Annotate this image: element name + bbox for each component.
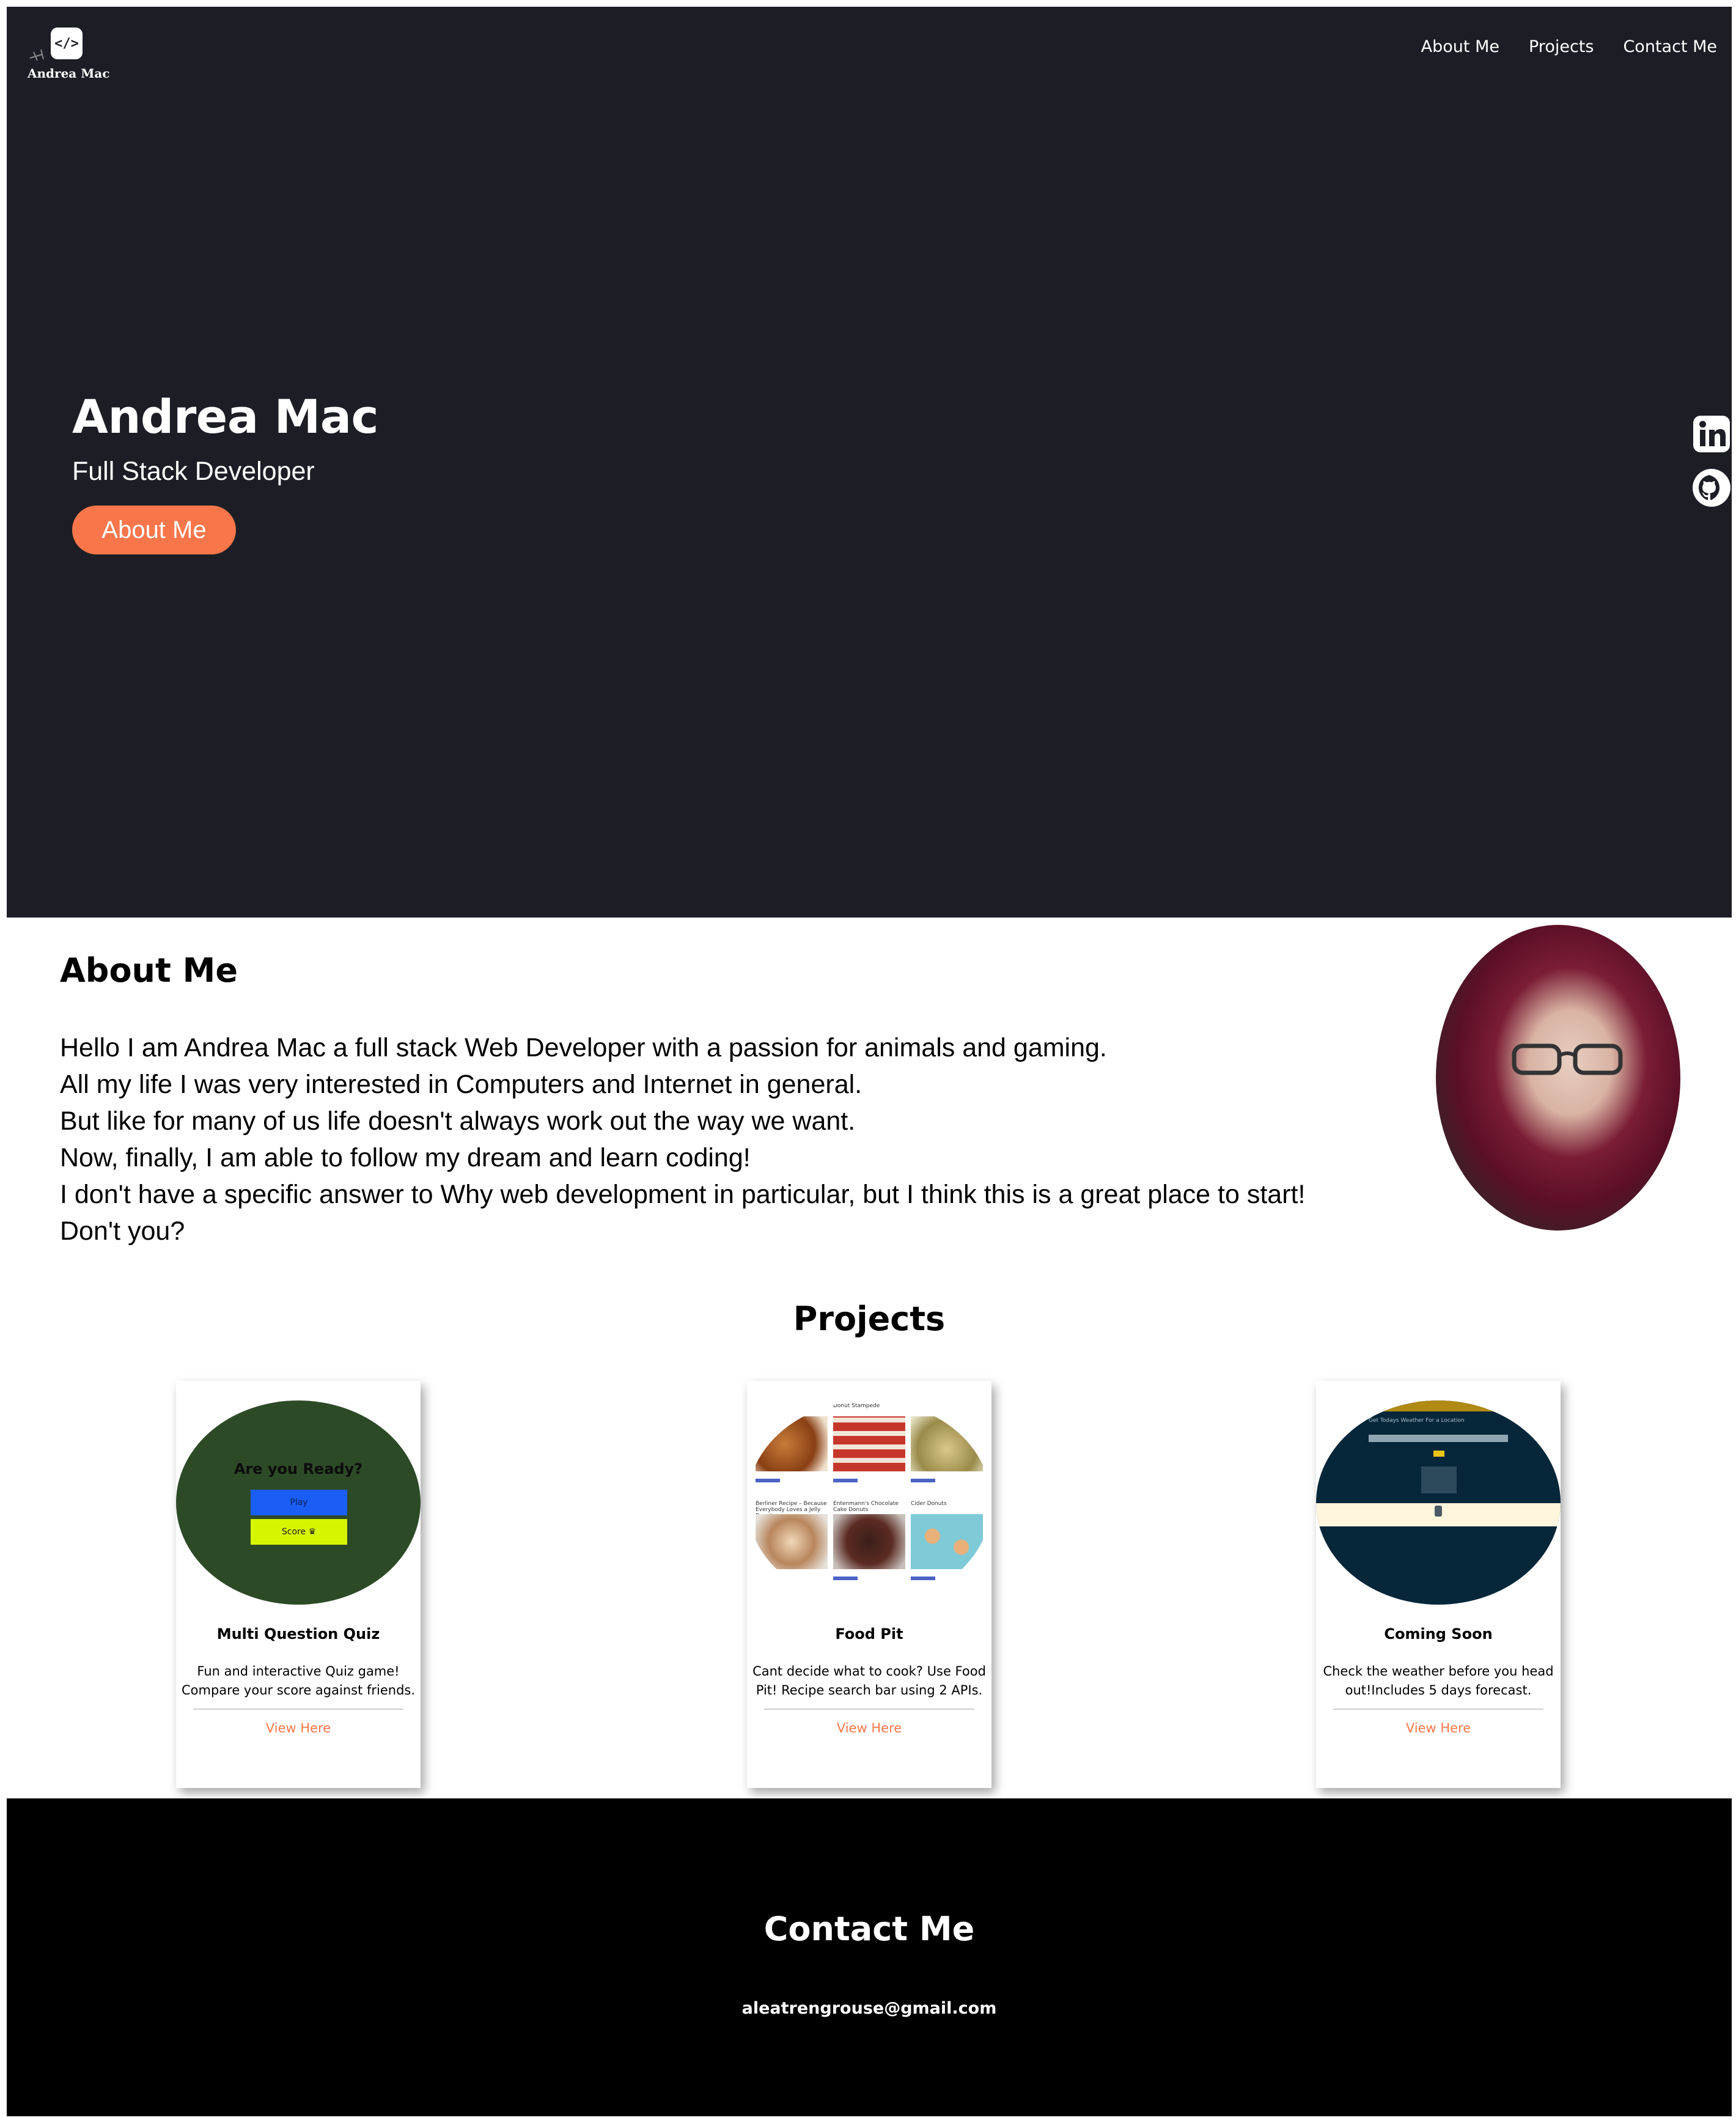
divider: [193, 1709, 403, 1710]
linkedin-icon[interactable]: [1691, 414, 1732, 454]
project-title: Food Pit: [835, 1625, 903, 1643]
weather-result-box: [1421, 1466, 1457, 1493]
about-line: All my life I was very interested in Com…: [60, 1070, 862, 1099]
contact-section: Contact Me aleatrengrouse@gmail.com: [7, 1798, 1732, 2116]
recipe-tile: Entenmann's Chocolate Cake Donuts: [833, 1498, 905, 1596]
recipe-button: [756, 1479, 780, 1482]
projects-title: Projects: [793, 1300, 946, 1338]
recipe-caption: Cider Donuts: [911, 1501, 947, 1507]
main-nav: About Me Projects Contact Me: [1421, 37, 1717, 56]
weather-heading: Get Todays Weather For a Location: [1369, 1418, 1465, 1424]
nav-projects[interactable]: Projects: [1529, 37, 1594, 56]
view-here-link[interactable]: View Here: [1316, 1721, 1561, 1735]
contact-title: Contact Me: [763, 1910, 975, 1948]
project-card-weather: Get Todays Weather For a Location Coming…: [1316, 1381, 1561, 1788]
recipe-button: [833, 1479, 858, 1482]
project-title: Multi Question Quiz: [216, 1625, 380, 1643]
project-description: Fun and interactive Quiz game! Compare y…: [176, 1662, 421, 1700]
weather-search-button: [1433, 1451, 1444, 1457]
project-description: Cant decide what to cook? Use Food Pit! …: [747, 1662, 991, 1700]
recipe-tile: Berliner Recipe – Because Everybody Love…: [756, 1498, 828, 1596]
recipe-image: [756, 1416, 828, 1471]
recipe-caption: Donut Stampede: [833, 1403, 880, 1409]
about-line: I don't have a specific answer to Why we…: [60, 1180, 1306, 1209]
quiz-thumbnail: Are you Ready? Play Score ♛: [176, 1400, 421, 1605]
recipe-tile: Cider Donuts: [911, 1498, 983, 1596]
recipe-button: [833, 1577, 858, 1580]
recipe-image: [756, 1514, 828, 1569]
social-links: [1691, 414, 1732, 508]
desc-line: out!Includes 5 days forecast.: [1345, 1683, 1532, 1698]
recipe-button: [911, 1577, 935, 1580]
logo-name[interactable]: Andrea Mac: [28, 66, 113, 81]
about-line: Don't you?: [60, 1216, 185, 1246]
hero-section: </> Andrea Mac About Me Projects Contact…: [7, 7, 1732, 918]
quiz-score-label: Score ♛: [251, 1519, 347, 1545]
recipe-caption: Entenmann's Chocolate Cake Donuts: [833, 1501, 899, 1513]
about-me-button[interactable]: About Me: [72, 506, 236, 554]
desc-line: Compare your score against friends.: [181, 1683, 416, 1698]
nav-about-me[interactable]: About Me: [1421, 37, 1499, 56]
recipe-button: [911, 1479, 935, 1482]
glasses-detail: [1512, 1043, 1623, 1075]
recipe-image: [911, 1514, 983, 1569]
view-here-link[interactable]: View Here: [747, 1721, 991, 1735]
about-text: Hello I am Andrea Mac a full stack Web D…: [60, 1029, 1374, 1249]
contact-email-link[interactable]: aleatrengrouse@gmail.com: [7, 1999, 1732, 2018]
logo-code-icon[interactable]: </>: [51, 28, 83, 59]
nav-contact-me[interactable]: Contact Me: [1623, 37, 1717, 56]
recipe-tile: Cider Pudding's Sauce: [911, 1400, 983, 1498]
project-card-food-pit: ...Caramel Doughnuts Donut Stampede Cide…: [747, 1381, 991, 1788]
recipe-tile: ...Caramel Doughnuts: [756, 1400, 828, 1498]
weather-day-icon: [1435, 1506, 1442, 1517]
weather-search-input: [1369, 1435, 1508, 1442]
project-description: Check the weather before you head out!In…: [1316, 1662, 1561, 1700]
project-card-quiz: Are you Ready? Play Score ♛ Multi Questi…: [176, 1381, 421, 1788]
desc-line: Fun and interactive Quiz game!: [197, 1664, 400, 1679]
hero-title: Andrea Mac: [72, 389, 379, 444]
desc-line: Pit! Recipe search bar using 2 APIs.: [756, 1683, 983, 1698]
about-line: But like for many of us life doesn't alw…: [60, 1106, 856, 1136]
view-here-link[interactable]: View Here: [176, 1721, 421, 1735]
recipe-image: [833, 1416, 905, 1471]
logo-spark-icon: [29, 49, 44, 61]
project-title: Coming Soon: [1384, 1625, 1493, 1643]
recipe-image: [833, 1514, 905, 1569]
weather-thumbnail: Get Todays Weather For a Location: [1316, 1400, 1561, 1605]
hero-subtitle: Full Stack Developer: [72, 457, 315, 486]
recipe-caption: Cider Pudding's Sauce: [911, 1403, 973, 1409]
about-line: Now, finally, I am able to follow my dre…: [60, 1143, 751, 1172]
recipe-caption: Berliner Recipe – Because Everybody Love…: [756, 1501, 827, 1519]
divider: [1333, 1709, 1543, 1710]
food-pit-thumbnail: ...Caramel Doughnuts Donut Stampede Cide…: [747, 1400, 991, 1605]
recipe-tile: Donut Stampede: [833, 1400, 905, 1498]
recipe-caption: ...Caramel Doughnuts: [756, 1403, 816, 1409]
quiz-play-label: Play: [251, 1490, 347, 1515]
quiz-heading: Are you Ready?: [234, 1460, 363, 1477]
github-icon[interactable]: [1691, 468, 1732, 508]
desc-line: Check the weather before you head: [1323, 1664, 1554, 1679]
about-title: About Me: [60, 951, 238, 990]
divider: [764, 1709, 974, 1710]
about-line: Hello I am Andrea Mac a full stack Web D…: [60, 1033, 1107, 1062]
recipe-image: [911, 1416, 983, 1471]
profile-photo: [1436, 925, 1680, 1231]
desc-line: Cant decide what to cook? Use Food: [752, 1664, 986, 1679]
weather-top-bar: [1316, 1400, 1561, 1411]
